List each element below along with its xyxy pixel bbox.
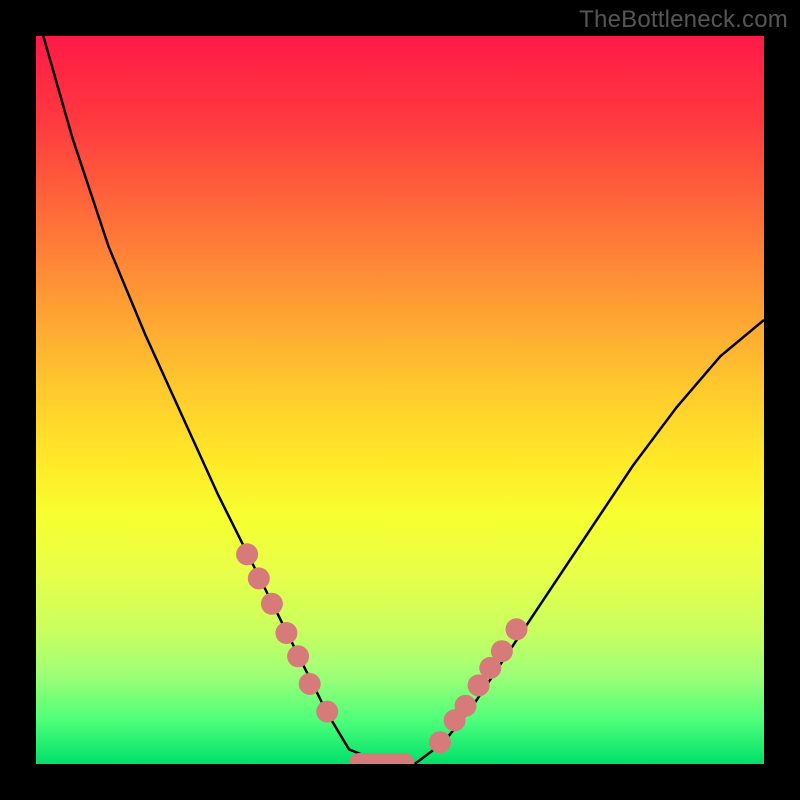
plot-area	[36, 36, 764, 764]
curve-line	[43, 36, 764, 764]
marker-dot	[491, 640, 513, 662]
chart-frame: TheBottleneck.com	[0, 0, 800, 800]
left-markers	[236, 543, 338, 722]
flat-segment	[349, 753, 415, 764]
marker-dot	[287, 645, 309, 667]
marker-dot	[316, 701, 338, 723]
marker-dot	[275, 622, 297, 644]
marker-dot	[299, 673, 321, 695]
marker-dot	[261, 593, 283, 615]
marker-dot	[455, 695, 477, 717]
marker-dot	[236, 543, 258, 565]
marker-dot	[506, 618, 528, 640]
watermark-text: TheBottleneck.com	[579, 6, 788, 34]
chart-svg	[36, 36, 764, 764]
right-markers	[429, 618, 528, 753]
marker-dot	[429, 731, 451, 753]
marker-dot	[248, 567, 270, 589]
